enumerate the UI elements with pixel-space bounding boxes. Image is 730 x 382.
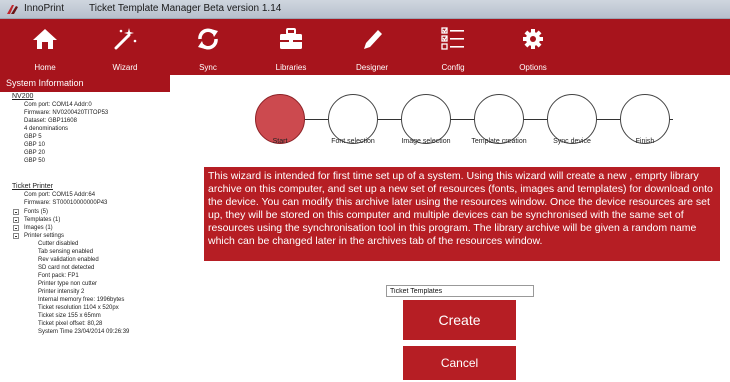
collapse-toggle[interactable] [13,233,19,239]
step-finish-circle [620,94,670,144]
printer-setting: Ticket pixel offset: 80,28 [38,321,103,327]
device-info-line: Com port: COM14 Addr:0 [24,102,92,108]
step-label: Sync device [553,138,591,145]
printer-setting: Cutter disabled [38,241,79,247]
printer-setting: System Time 23/04/2014 09:26:39 [38,329,130,335]
step-start-circle [255,94,305,144]
toolbar-label: Designer [355,63,388,72]
sync-icon [198,28,218,50]
printer-setting: Rev validation enabled [38,257,99,263]
device-name[interactable]: NV200 [12,93,33,101]
toolbar-wizard-button[interactable]: Wizard [90,19,160,75]
innoprint-logo-icon [7,5,18,14]
toolbar-label: Wizard [112,63,138,72]
device-info-line: GBP 20 [24,150,45,156]
printer-setting: Ticket resolution 1104 x 520px [38,305,119,311]
toolbar-label: Config [441,63,465,72]
app-name: InnoPrint [24,3,65,14]
tree-item-fonts[interactable]: Fonts (5) [24,208,48,216]
step-template-creation-circle [474,94,524,144]
printer-info-line: Firmware: ST00010000000P43 [24,200,108,206]
system-info-title: System Information [6,78,84,88]
expand-toggle[interactable] [13,209,19,215]
printer-name[interactable]: Ticket Printer [12,183,53,191]
step-sync-device-circle [547,94,597,144]
expand-toggle[interactable] [13,217,19,223]
toolbar-sync-button[interactable]: Sync [173,19,243,75]
title-bar: InnoPrint Ticket Template Manager Beta v… [0,0,730,19]
step-label: Finish [635,138,655,145]
device-info-line: GBP 50 [24,158,45,164]
create-button[interactable]: Create [403,300,516,340]
printer-setting: Font pack: FP1 [38,273,79,279]
briefcase-icon [280,28,302,49]
tree-item-templates[interactable]: Templates (1) [24,216,60,224]
tree-item-printer-settings[interactable]: Printer settings [24,232,64,240]
device-info-line: GBP 5 [24,134,42,140]
toolbar-label: Libraries [275,63,307,72]
toolbar-home-button[interactable]: Home [10,19,80,75]
device-info-line: GBP 10 [24,142,45,148]
toolbar-label: Options [519,63,547,72]
device-info-line: Firmware: NV0200420TITOP53 [24,110,109,116]
home-icon [33,29,57,49]
window-title: Ticket Template Manager Beta version 1.1… [89,3,282,14]
printer-setting: Internal memory free: 1996bytes [38,297,125,303]
wand-icon [114,28,137,50]
step-image-selection-circle [401,94,451,144]
wizard-info-box: This wizard is intended for first time s… [204,167,720,261]
printer-setting: Tab sensing enabled [38,249,94,255]
printer-setting: SD card not detected [38,265,95,271]
printer-setting: Printer type non cutter [38,281,98,287]
toolbar-label: Sync [199,63,217,72]
checklist-icon [441,27,464,50]
device-info-line: 4 denominations [24,126,69,132]
expand-toggle[interactable] [13,225,19,231]
toolbar-libraries-button[interactable]: Libraries [256,19,326,75]
toolbar-options-button[interactable]: Options [498,19,568,75]
printer-setting: Printer intensity 2 [38,289,85,295]
app-window: InnoPrint Ticket Template Manager Beta v… [0,0,730,382]
step-label: Start [272,138,288,145]
gear-icon [523,29,543,49]
toolbar-config-button[interactable]: Config [418,19,488,75]
step-label: Font selection [331,138,375,145]
printer-setting: Ticket size 155 x 65mm [38,313,101,319]
archive-name-input[interactable] [386,285,534,297]
printer-info-line: Com port: COM15 Addr:64 [24,192,96,198]
toolbar-designer-button[interactable]: Designer [337,19,407,75]
tree-item-images[interactable]: Images (1) [24,224,53,232]
system-info-header: System Information [0,75,170,92]
step-label: Image selection [401,138,451,145]
cancel-button[interactable]: Cancel [403,346,516,380]
main-toolbar: Home Wizard Sync Libraries Designer Conf… [0,19,730,75]
device-info-line: Dataset: GBP11608 [24,118,77,124]
step-font-selection-circle [328,94,378,144]
toolbar-label: Home [34,63,56,72]
step-label: Template creation [471,138,527,145]
pen-icon [364,30,382,49]
